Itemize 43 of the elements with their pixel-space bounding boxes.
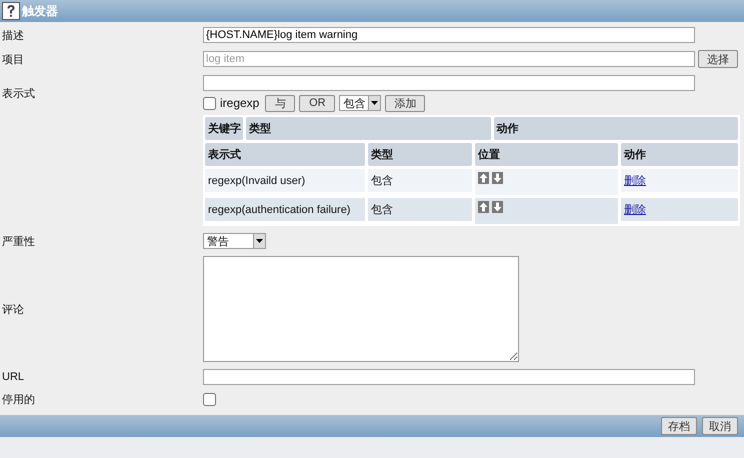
dropdown-arrow-icon (371, 101, 378, 105)
severity-select[interactable]: 警告 (203, 233, 266, 249)
table-header: 动作 (621, 143, 738, 166)
table-header: 类型 (246, 117, 490, 140)
table-header: 类型 (368, 143, 472, 166)
up-arrow-icon[interactable] (478, 172, 489, 184)
table-header: 表示式 (205, 143, 365, 166)
dropdown-arrow-icon (256, 239, 263, 243)
up-arrow-icon[interactable] (478, 201, 489, 213)
delete-link[interactable]: 删除 (624, 173, 646, 188)
table-cell: 包含 (368, 198, 472, 221)
expression-field[interactable] (203, 75, 695, 91)
field-label: URL (2, 370, 26, 385)
table-cell: 包含 (368, 169, 472, 192)
table-cell: regexp(Invaild user) (205, 169, 365, 192)
table-header: 关键字 (205, 117, 243, 140)
url-field[interactable] (203, 369, 695, 385)
comment-field[interactable] (203, 256, 519, 362)
operator-button[interactable]: OR (299, 94, 336, 112)
description-field[interactable]: {HOST.NAME}log item warning (203, 27, 695, 43)
add-button[interactable]: 添加 (385, 94, 426, 112)
table-header: 位置 (475, 143, 618, 166)
item-field[interactable]: log item (203, 51, 695, 67)
field-label: 表示式 (2, 87, 36, 102)
field-label: 描述 (2, 28, 25, 43)
delete-link[interactable]: 删除 (624, 202, 646, 217)
down-arrow-icon[interactable] (492, 172, 503, 184)
window-title: 触发器 (22, 2, 58, 20)
field-label: 项目 (2, 52, 25, 68)
field-label: 评论 (2, 302, 25, 318)
type-select[interactable]: 包含 (339, 95, 382, 111)
select-button[interactable]: 选择 (698, 50, 738, 68)
down-arrow-icon[interactable] (492, 201, 503, 213)
iregexp-checkbox[interactable] (203, 96, 216, 110)
field-label: 停用的 (2, 393, 36, 407)
help-icon[interactable] (2, 2, 20, 20)
table-cell: regexp(authentication failure) (205, 198, 365, 221)
footer-button[interactable]: 取消 (702, 417, 738, 435)
footer-button[interactable]: 存档 (661, 417, 697, 435)
operator-button[interactable]: 与 (265, 94, 296, 112)
table-header: 动作 (494, 117, 738, 140)
checkbox-label: iregexp (220, 96, 260, 110)
field-label: 严重性 (2, 234, 36, 249)
